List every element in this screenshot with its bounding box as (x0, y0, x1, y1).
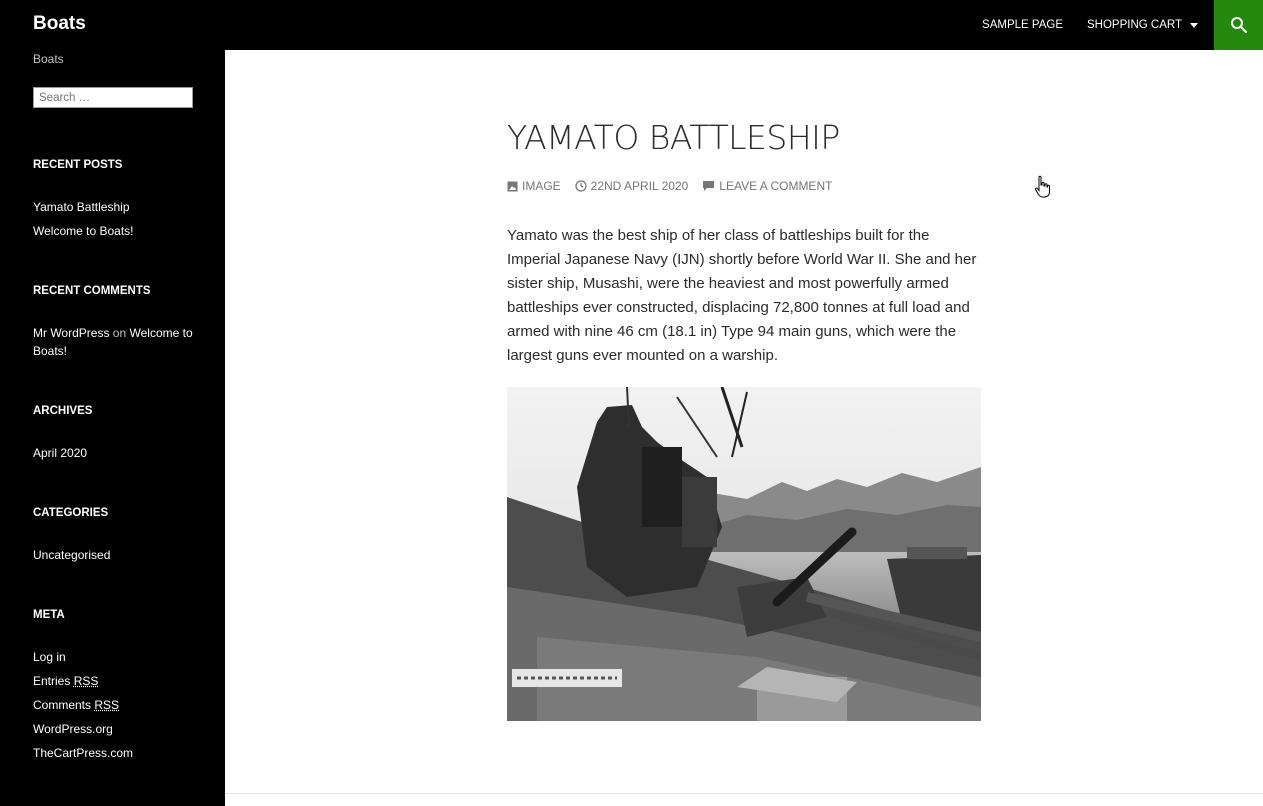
widget-title-categories: CATEGORIES (33, 507, 109, 519)
post-format-link[interactable]: IMAGE (507, 179, 561, 193)
meta-comments-rss-link[interactable]: Comments RSS (33, 698, 119, 712)
content-divider (225, 793, 1263, 794)
widget-archives: ARCHIVES April 2020 (33, 405, 203, 468)
sidebar: Boats RECENT POSTS Yamato Battleship Wel… (2, 50, 225, 806)
post-article: YAMATO BATTLESHIP IMAGE 22ND APRIL 2020 … (507, 118, 987, 383)
widget-recent-comments: RECENT COMMENTS Mr WordPress on Welcome … (33, 285, 203, 366)
entries-label: Entries (33, 674, 71, 688)
site-title[interactable]: Boats (33, 13, 86, 35)
widget-title-meta: META (33, 609, 65, 621)
comments-label: Comments (33, 698, 92, 712)
widget-title-recent-posts: RECENT POSTS (33, 159, 123, 171)
primary-nav: SAMPLE PAGE SHOPPING CART (958, 0, 1214, 50)
site-description: Boats (33, 52, 64, 66)
widget-recent-posts: RECENT POSTS Yamato Battleship Welcome t… (33, 159, 203, 246)
comment-bubble-icon (703, 181, 715, 191)
meta-entries-rss-link[interactable]: Entries RSS (33, 674, 98, 688)
search-toggle-button[interactable] (1214, 0, 1263, 50)
search-icon (1230, 17, 1247, 34)
post-meta: IMAGE 22ND APRIL 2020 LEAVE A COMMENT (507, 179, 987, 193)
nav-sample-page[interactable]: SAMPLE PAGE (982, 19, 1063, 31)
battleship-photo[interactable] (507, 387, 981, 721)
leave-comment-label: LEAVE A COMMENT (719, 179, 833, 193)
widget-meta: META Log in Entries RSS Comments RSS Wor… (33, 609, 203, 768)
hand-cursor-icon (1034, 175, 1052, 204)
comment-on-text: on (112, 326, 127, 340)
nav-shopping-cart[interactable]: SHOPPING CART (1087, 19, 1214, 31)
post-title[interactable]: YAMATO BATTLESHIP (507, 118, 987, 157)
recent-post-link[interactable]: Yamato Battleship (33, 200, 130, 214)
post-format-label: IMAGE (522, 179, 561, 193)
meta-wordpress-org-link[interactable]: WordPress.org (33, 722, 113, 736)
post-date-link[interactable]: 22ND APRIL 2020 (575, 179, 689, 193)
leave-comment-link[interactable]: LEAVE A COMMENT (702, 179, 832, 193)
rss-abbr: RSS (94, 698, 120, 712)
clock-icon (575, 180, 587, 192)
image-icon (507, 181, 518, 191)
widget-categories: CATEGORIES Uncategorised (33, 507, 203, 570)
nav-sample-page-label: SAMPLE PAGE (982, 19, 1063, 31)
search-input[interactable] (33, 87, 193, 108)
category-link[interactable]: Uncategorised (33, 548, 110, 562)
post-body: Yamato was the best ship of her class of… (507, 227, 977, 364)
site-header: Boats SAMPLE PAGE SHOPPING CART (0, 0, 1263, 50)
meta-login-link[interactable]: Log in (33, 650, 66, 664)
meta-cartpress-link[interactable]: TheCartPress.com (33, 746, 133, 760)
caret-down-icon (1190, 22, 1198, 28)
recent-post-link[interactable]: Welcome to Boats! (33, 224, 134, 238)
widget-title-archives: ARCHIVES (33, 405, 93, 417)
window-left-border (0, 0, 2, 806)
battleship-photo-image (507, 387, 981, 721)
rss-abbr: RSS (73, 674, 99, 688)
post-date: 22ND APRIL 2020 (590, 179, 689, 193)
nav-shopping-cart-label: SHOPPING CART (1087, 19, 1182, 31)
archive-link[interactable]: April 2020 (33, 446, 87, 460)
widget-title-recent-comments: RECENT COMMENTS (33, 285, 151, 297)
comment-author-link[interactable]: Mr WordPress (33, 326, 109, 340)
